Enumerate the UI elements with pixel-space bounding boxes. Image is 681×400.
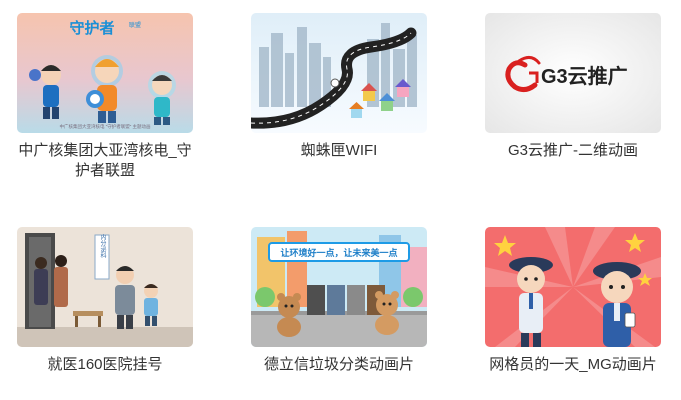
card-caption[interactable]: G3云推广-二维动画 [485,141,661,161]
thumbnail-guardian-alliance[interactable]: 守护者 联盟 中广核集团大亚湾核电 “守护者联盟” 主题动画 [17,13,193,133]
thumbnail-g3-cloud-promotion[interactable]: G3云推广 [485,13,661,133]
card-caption[interactable]: 网格员的一天_MG动画片 [485,355,661,375]
thumb-title: 守护者 [69,19,114,37]
gallery-card-guardian-alliance[interactable]: 守护者 联盟 中广核集团大亚湾核电 “守护者联盟” 主题动画 中广核集团大亚湾核… [17,13,193,181]
thumbnail-hospital-registration[interactable]: 内分泌科 [17,227,193,347]
gallery-card-grid-officer-day[interactable]: 网格员的一天_MG动画片 [485,227,661,375]
city-road-illustration [251,13,427,133]
g3-logo-illustration: G3云推广 [485,13,661,133]
card-caption[interactable]: 蜘蛛匣WIFI [251,141,427,161]
gallery-card-hospital-registration[interactable]: 内分泌科 就医160医院挂号 [17,227,193,375]
card-caption[interactable]: 就医160医院挂号 [17,355,193,375]
department-sign: 内分泌科 [99,233,106,259]
hospital-corridor-illustration: 内分泌科 [17,227,193,347]
g3-logo-text: G3云推广 [541,64,628,88]
thumbnail-grid-officer-day[interactable] [485,227,661,347]
thumbnail-spider-box-wifi[interactable] [251,13,427,133]
thumb-footer-text: 中广核集团大亚湾核电 “守护者联盟” 主题动画 [60,123,151,130]
police-officers-illustration [485,227,661,347]
garbage-sorting-illustration: 让环境好一点，让未来美一点 [251,227,427,347]
gallery-card-garbage-sorting[interactable]: 让环境好一点，让未来美一点 德立信垃圾分类动画片 [251,227,427,375]
guardian-alliance-illustration: 守护者 联盟 中广核集团大亚湾核电 “守护者联盟” 主题动画 [17,13,193,133]
video-gallery-grid: 守护者 联盟 中广核集团大亚湾核电 “守护者联盟” 主题动画 中广核集团大亚湾核… [0,0,681,400]
thumb-banner-text: 让环境好一点，让未来美一点 [280,247,397,258]
gallery-card-spider-box-wifi[interactable]: 蜘蛛匣WIFI [251,13,427,161]
card-caption[interactable]: 德立信垃圾分类动画片 [251,355,427,375]
gallery-card-g3-cloud-promotion[interactable]: G3云推广 G3云推广-二维动画 [485,13,661,161]
thumb-title-badge: 联盟 [129,21,141,29]
thumbnail-garbage-sorting[interactable]: 让环境好一点，让未来美一点 [251,227,427,347]
card-caption[interactable]: 中广核集团大亚湾核电_守护者联盟 [17,141,193,181]
